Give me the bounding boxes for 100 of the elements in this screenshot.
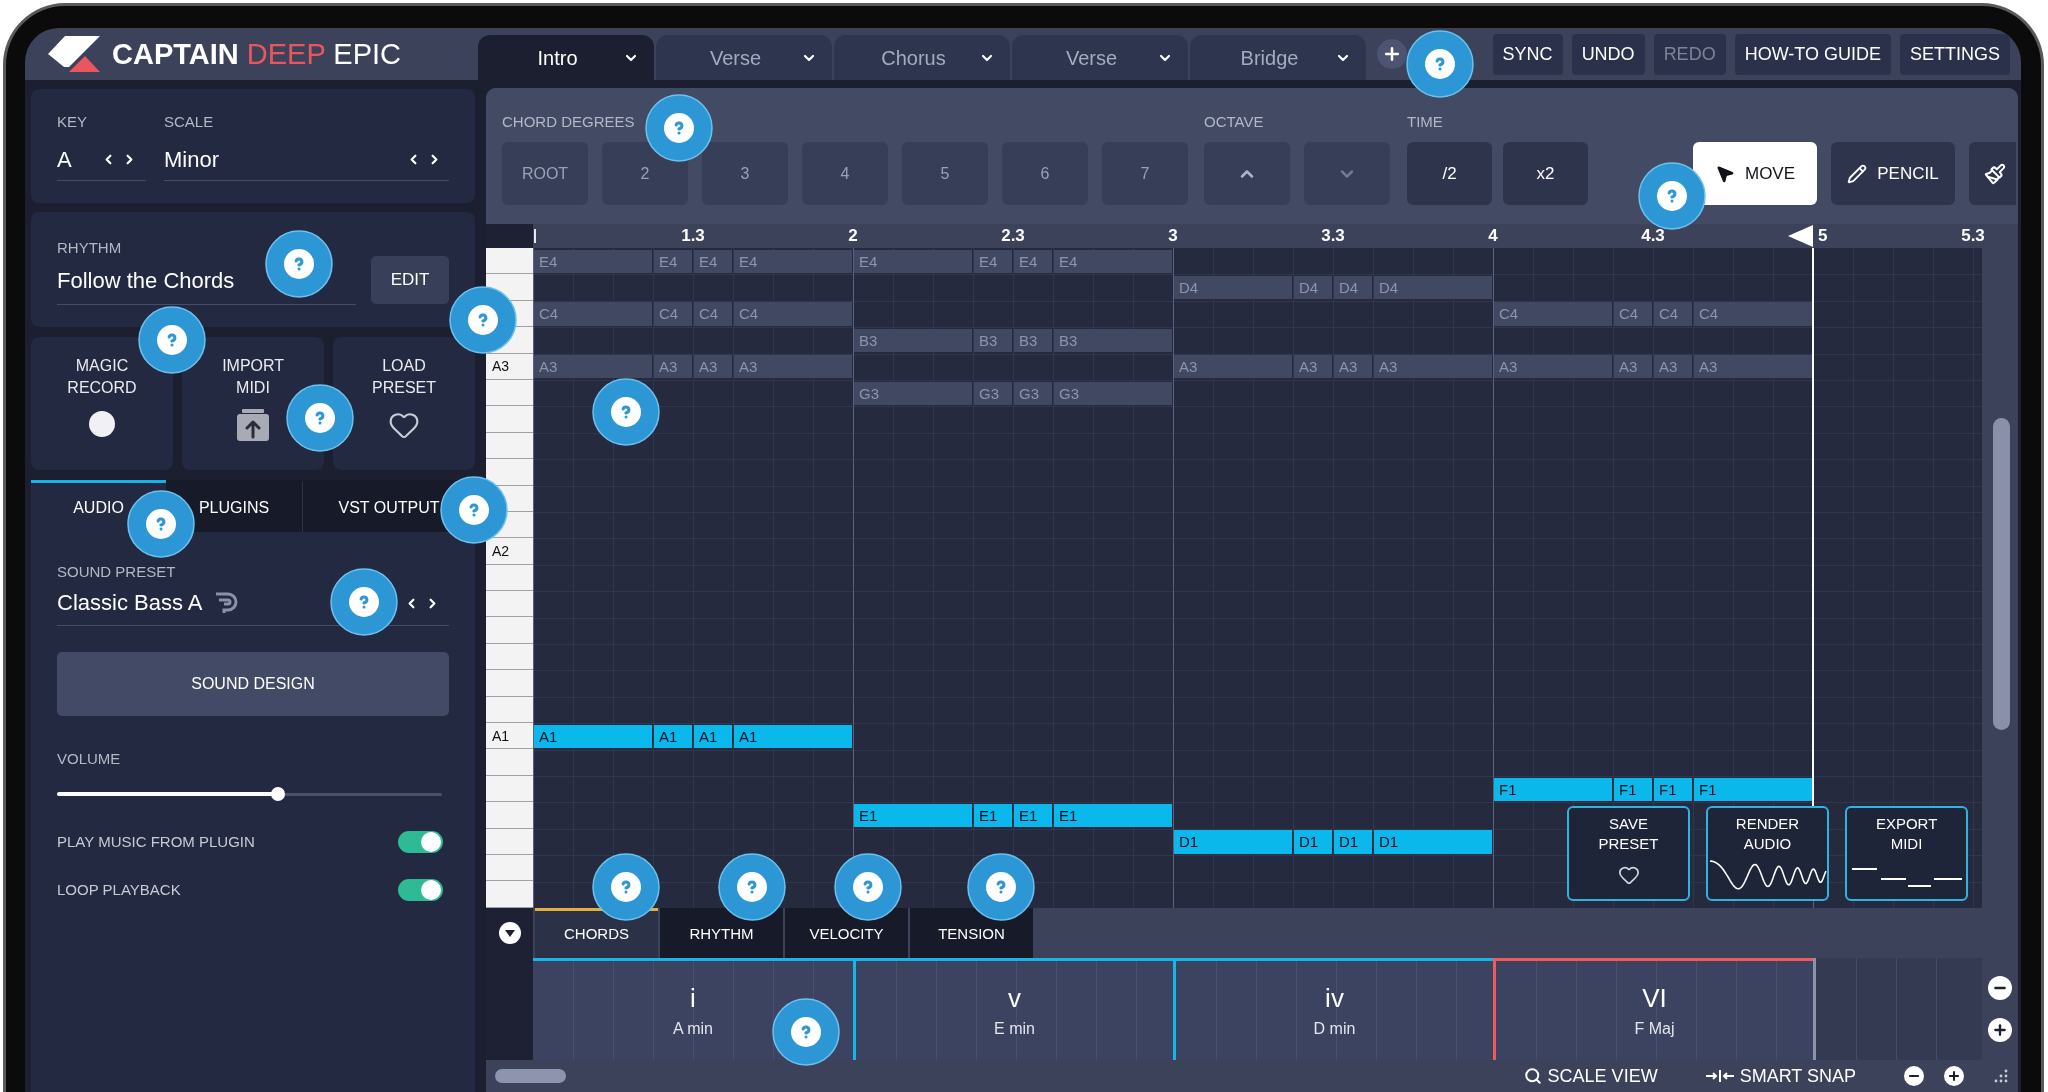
degree-button[interactable]: 7	[1102, 142, 1188, 205]
horizontal-scrollbar[interactable]	[495, 1069, 566, 1083]
note-block[interactable]: D1	[1174, 830, 1292, 854]
piano-key[interactable]: A2	[486, 538, 533, 565]
slider-thumb[interactable]	[271, 787, 286, 801]
help-tooltip[interactable]	[592, 853, 660, 921]
help-tooltip[interactable]	[834, 853, 902, 921]
lane-tab[interactable]: TENSION	[910, 908, 1033, 958]
chord-block[interactable]: VI F Maj	[1493, 958, 1813, 1060]
chord-block[interactable]: iv D min	[1173, 958, 1493, 1060]
header-button[interactable]: UNDO	[1571, 33, 1645, 75]
note-block[interactable]: F1	[1614, 777, 1652, 801]
time-button[interactable]: /2	[1407, 142, 1492, 205]
help-tooltip[interactable]	[286, 384, 354, 452]
lane-tab[interactable]: CHORDS	[535, 908, 658, 958]
section-tab[interactable]: Bridge	[1190, 35, 1366, 80]
degree-button[interactable]: ROOT	[502, 142, 588, 205]
ruler-label: 1.3	[681, 225, 705, 247]
note-block[interactable]: D1	[1294, 830, 1332, 854]
help-tooltip[interactable]	[718, 853, 786, 921]
add-section-button[interactable]	[1377, 39, 1407, 69]
sound-preset-label: SOUND PRESET	[57, 563, 177, 581]
note-block[interactable]: D1	[1374, 830, 1492, 854]
caret-down-icon	[504, 929, 515, 937]
header-button[interactable]: SETTINGS	[1900, 33, 2010, 75]
chord-block[interactable]: i A min	[533, 958, 853, 1060]
resize-grip-icon[interactable]	[1994, 1069, 2008, 1083]
note-block[interactable]: E1	[974, 803, 1012, 828]
ruler-label: 5.3	[1961, 225, 1985, 247]
zoom-out-button[interactable]	[1904, 1066, 1924, 1086]
degree-button[interactable]: 6	[1002, 142, 1088, 205]
scale-label: SCALE	[164, 113, 215, 131]
note-grid[interactable]	[533, 248, 1982, 908]
note-block[interactable]: E1	[854, 803, 972, 828]
header-button[interactable]: HOW-TO GUIDE	[1734, 33, 1891, 75]
search-icon	[1523, 1067, 1542, 1085]
export-action-button[interactable]: SAVE PRESET	[1567, 806, 1690, 901]
tool-button[interactable]: MOVE	[1693, 142, 1817, 205]
scale-selector[interactable]: Minor	[164, 139, 449, 181]
degree-button[interactable]: 3	[702, 142, 788, 205]
sound-design-button[interactable]: SOUND DESIGN	[57, 652, 449, 716]
note-block[interactable]: A1	[694, 724, 732, 749]
volume-slider[interactable]	[57, 786, 442, 802]
ruler-label: 4	[1488, 225, 1498, 247]
help-tooltip[interactable]	[1406, 30, 1474, 98]
note-block[interactable]: F1	[1694, 777, 1812, 801]
degree-button[interactable]: 4	[802, 142, 888, 205]
vertical-scrollbar[interactable]	[1993, 418, 2010, 730]
key-selector[interactable]: A	[57, 139, 146, 181]
chord-block[interactable]: v E min	[853, 958, 1173, 1060]
zoom-in-button[interactable]	[1988, 1018, 2012, 1042]
header-button[interactable]: SYNC	[1492, 33, 1563, 75]
toggle-switch[interactable]	[398, 879, 443, 901]
section-tab[interactable]: Verse	[656, 35, 832, 80]
note-block[interactable]: F1	[1494, 777, 1612, 801]
zoom-in-button[interactable]	[1944, 1066, 1964, 1086]
toggle-label: LOOP PLAYBACK	[57, 879, 181, 900]
help-tooltip[interactable]	[645, 94, 713, 162]
help-tooltip[interactable]	[592, 378, 660, 446]
piano-key[interactable]: A1	[486, 723, 533, 750]
toggle-label: PLAY MUSIC FROM PLUGIN	[57, 831, 255, 852]
help-tooltip[interactable]	[1638, 162, 1706, 230]
section-tab[interactable]: Chorus	[834, 35, 1010, 80]
help-tooltip[interactable]	[967, 853, 1035, 921]
section-tab[interactable]: Verse	[1012, 35, 1188, 80]
note-block[interactable]: E1	[1054, 803, 1172, 828]
zoom-out-button[interactable]	[1988, 976, 2012, 1000]
scale-view-button[interactable]: SCALE VIEW	[1523, 1062, 1658, 1090]
tool-button[interactable]	[1969, 142, 2016, 205]
app-title: CAPTAIN DEEP EPIC	[112, 37, 401, 71]
piano-key[interactable]: A3	[486, 353, 533, 380]
time-button[interactable]: x2	[1503, 142, 1588, 205]
note-block[interactable]: F1	[1654, 777, 1692, 801]
help-tooltip[interactable]	[449, 286, 517, 354]
lane-tab[interactable]: VELOCITY	[785, 908, 908, 958]
note-block[interactable]: A1	[534, 724, 652, 749]
export-action-button[interactable]: EXPORT MIDI	[1845, 806, 1968, 901]
help-tooltip[interactable]	[330, 568, 398, 636]
ruler-label: 4.3	[1641, 225, 1665, 247]
collapse-button[interactable]	[498, 922, 521, 944]
export-action-button[interactable]: RENDER AUDIO	[1706, 806, 1829, 901]
action-button[interactable]: MAGIC RECORD	[31, 337, 173, 470]
help-tooltip[interactable]	[265, 230, 333, 298]
lane-tab[interactable]: RHYTHM	[660, 908, 783, 958]
help-tooltip[interactable]	[127, 490, 195, 558]
degree-button[interactable]: 5	[902, 142, 988, 205]
note-block[interactable]: E1	[1014, 803, 1052, 828]
note-block[interactable]: D1	[1334, 830, 1372, 854]
help-tooltip[interactable]	[440, 476, 508, 544]
edit-button[interactable]: EDIT	[371, 256, 449, 304]
note-block[interactable]: A1	[734, 724, 852, 749]
smart-snap-button[interactable]: SMART SNAP	[1705, 1062, 1856, 1090]
toggle-switch[interactable]	[398, 831, 443, 853]
section-tab[interactable]: Intro	[478, 35, 654, 80]
timeline-ruler[interactable]: 1.3 2 2.3 3 3.3 4 4.3 5 5.3	[533, 224, 1982, 248]
tool-button[interactable]: PENCIL	[1831, 142, 1955, 205]
help-tooltip[interactable]	[138, 306, 206, 374]
help-tooltip[interactable]	[772, 998, 840, 1066]
note-block[interactable]: A1	[654, 724, 692, 749]
action-button[interactable]: LOAD PRESET	[333, 337, 475, 470]
